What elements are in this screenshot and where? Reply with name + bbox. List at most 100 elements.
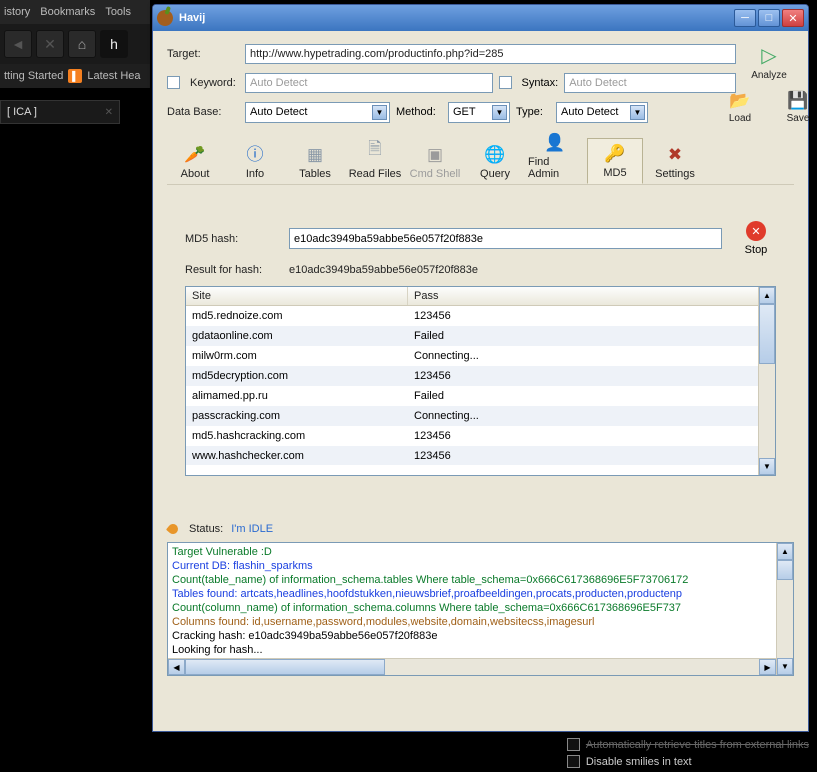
tab-query[interactable]: 🌐Query	[467, 138, 523, 184]
type-label: Type:	[516, 106, 550, 118]
log-line: Columns found: id,username,password,modu…	[172, 615, 789, 629]
log-line: Count(table_name) of information_schema.…	[172, 573, 789, 587]
tab-tables[interactable]: ▦Tables	[287, 138, 343, 184]
col-site[interactable]: Site	[186, 287, 408, 305]
tab-cmdshell: ▣Cmd Shell	[407, 138, 463, 184]
scroll-thumb[interactable]	[759, 304, 775, 364]
carrot-icon: 🥕	[184, 145, 205, 165]
analyze-icon[interactable]: ▷	[761, 43, 776, 68]
menu-history[interactable]: istory	[4, 6, 30, 18]
tab-findadmin[interactable]: 👤Find Admin	[527, 138, 583, 184]
results-table: Site Pass md5.rednoize.com123456gdataonl…	[185, 286, 776, 476]
find-admin-icon: 👤	[544, 133, 565, 153]
table-row[interactable]: alimamed.pp.ruFailed	[186, 386, 775, 406]
log-hscroll[interactable]: ◀ ▶	[168, 658, 776, 675]
chevron-down-icon: ▼	[630, 105, 645, 120]
keyword-check[interactable]: Keyword:	[167, 76, 237, 89]
bookmark-latest-headlines[interactable]: Latest Hea	[87, 70, 140, 82]
database-label: Data Base:	[167, 106, 237, 118]
keyword-input[interactable]	[245, 73, 493, 93]
tab-title: [ ICA ]	[7, 106, 37, 118]
syntax-input[interactable]	[564, 73, 736, 93]
titlebar[interactable]: Havij ─ □ ✕	[153, 5, 808, 31]
maximize-button[interactable]: □	[758, 9, 780, 27]
type-select[interactable]: Auto Detect▼	[556, 102, 648, 123]
md5-panel: MD5 hash: ✕ Stop Result for hash: e10adc…	[167, 203, 794, 494]
scroll-thumb[interactable]	[185, 659, 385, 675]
menu-tools[interactable]: Tools	[105, 6, 131, 18]
database-select[interactable]: Auto Detect▼	[245, 102, 390, 123]
close-button[interactable]: ✕	[782, 9, 804, 27]
table-row[interactable]: milw0rm.comConnecting...	[186, 346, 775, 366]
table-scrollbar[interactable]: ▲ ▼	[758, 287, 775, 475]
settings-icon: ✖	[668, 145, 682, 165]
target-label: Target:	[167, 48, 237, 60]
table-row[interactable]: md5decryption.com123456	[186, 366, 775, 386]
md5-hash-input[interactable]	[289, 228, 722, 249]
carrot-icon	[167, 522, 181, 536]
result-label: Result for hash:	[185, 264, 275, 276]
scroll-thumb[interactable]	[777, 560, 793, 580]
checkbox-icon[interactable]	[499, 76, 512, 89]
method-label: Method:	[396, 106, 442, 118]
target-input[interactable]	[245, 44, 736, 64]
table-row[interactable]: md5.hashcracking.com123456	[186, 426, 775, 446]
scroll-left-icon[interactable]: ◀	[168, 659, 185, 675]
log-line: Looking for hash...	[172, 643, 789, 657]
table-row[interactable]: md5.rednoize.com123456	[186, 306, 775, 326]
method-select[interactable]: GET▼	[448, 102, 510, 123]
page-footer-options: Automatically retrieve titles from exter…	[567, 738, 809, 768]
bookmark-getting-started[interactable]: tting Started	[4, 70, 63, 82]
query-icon: 🌐	[484, 145, 505, 165]
rss-icon: ▌	[68, 69, 82, 83]
md5-hash-label: MD5 hash:	[185, 233, 275, 245]
table-row[interactable]: www.hashchecker.com123456	[186, 446, 775, 465]
status-label: Status:	[189, 523, 223, 535]
key-icon: 🔑	[604, 144, 625, 164]
scroll-right-icon[interactable]: ▶	[759, 659, 776, 675]
scroll-down-icon[interactable]: ▼	[777, 658, 793, 675]
checkbox-icon[interactable]	[167, 76, 180, 89]
scroll-up-icon[interactable]: ▲	[777, 543, 793, 560]
terminal-icon: ▣	[427, 145, 443, 165]
chevron-down-icon: ▼	[372, 105, 387, 120]
scroll-down-icon[interactable]: ▼	[759, 458, 775, 475]
file-icon: 🗎	[368, 136, 382, 165]
home-button[interactable]: ⌂	[68, 30, 96, 58]
log-vscroll[interactable]: ▲ ▼	[776, 543, 793, 675]
log-panel: Target Vulnerable :DCurrent DB: flashin_…	[167, 542, 794, 676]
result-value: e10adc3949ba59abbe56e057f20f883e	[289, 264, 478, 276]
save-button[interactable]: Save	[787, 113, 810, 124]
log-line: Cracking hash: e10adc3949ba59abbe56e057f…	[172, 629, 789, 643]
tables-icon: ▦	[307, 145, 323, 165]
stop-icon[interactable]: ✕	[746, 221, 766, 241]
status-row: Status: I'm IDLE	[167, 522, 794, 536]
tab-md5[interactable]: 🔑MD5	[587, 138, 643, 184]
app-icon	[155, 8, 176, 29]
window-title: Havij	[179, 12, 205, 24]
tab-settings[interactable]: ✖Settings	[647, 138, 703, 184]
tab-info[interactable]: ⓘInfo	[227, 138, 283, 184]
back-button[interactable]: ◄	[4, 30, 32, 58]
opt-disable-smilies[interactable]: Disable smilies in text	[567, 755, 809, 768]
minimize-button[interactable]: ─	[734, 9, 756, 27]
tab-readfiles[interactable]: 🗎Read Files	[347, 138, 403, 184]
main-toolbar: 🥕About ⓘInfo ▦Tables 🗎Read Files ▣Cmd Sh…	[167, 138, 794, 185]
table-row[interactable]: gdataonline.comFailed	[186, 326, 775, 346]
opt-auto-titles[interactable]: Automatically retrieve titles from exter…	[567, 738, 809, 751]
status-value: I'm IDLE	[231, 523, 273, 535]
log-line: Target Vulnerable :D	[172, 545, 789, 559]
disk-icon[interactable]: 💾	[787, 91, 808, 111]
analyze-button[interactable]: Analyze	[751, 70, 787, 81]
menu-bookmarks[interactable]: Bookmarks	[40, 6, 95, 18]
table-row[interactable]: passcracking.comConnecting...	[186, 406, 775, 426]
col-pass[interactable]: Pass	[408, 287, 775, 305]
browser-menu: istory Bookmarks Tools	[0, 0, 150, 24]
stop-button[interactable]: Stop	[745, 244, 768, 256]
scroll-up-icon[interactable]: ▲	[759, 287, 775, 304]
close-icon[interactable]: ✕	[105, 107, 113, 118]
site-icon: h	[100, 30, 128, 58]
stop-button[interactable]: ✕	[36, 30, 64, 58]
tab-about[interactable]: 🥕About	[167, 138, 223, 184]
browser-tab[interactable]: [ ICA ] ✕	[0, 100, 120, 124]
